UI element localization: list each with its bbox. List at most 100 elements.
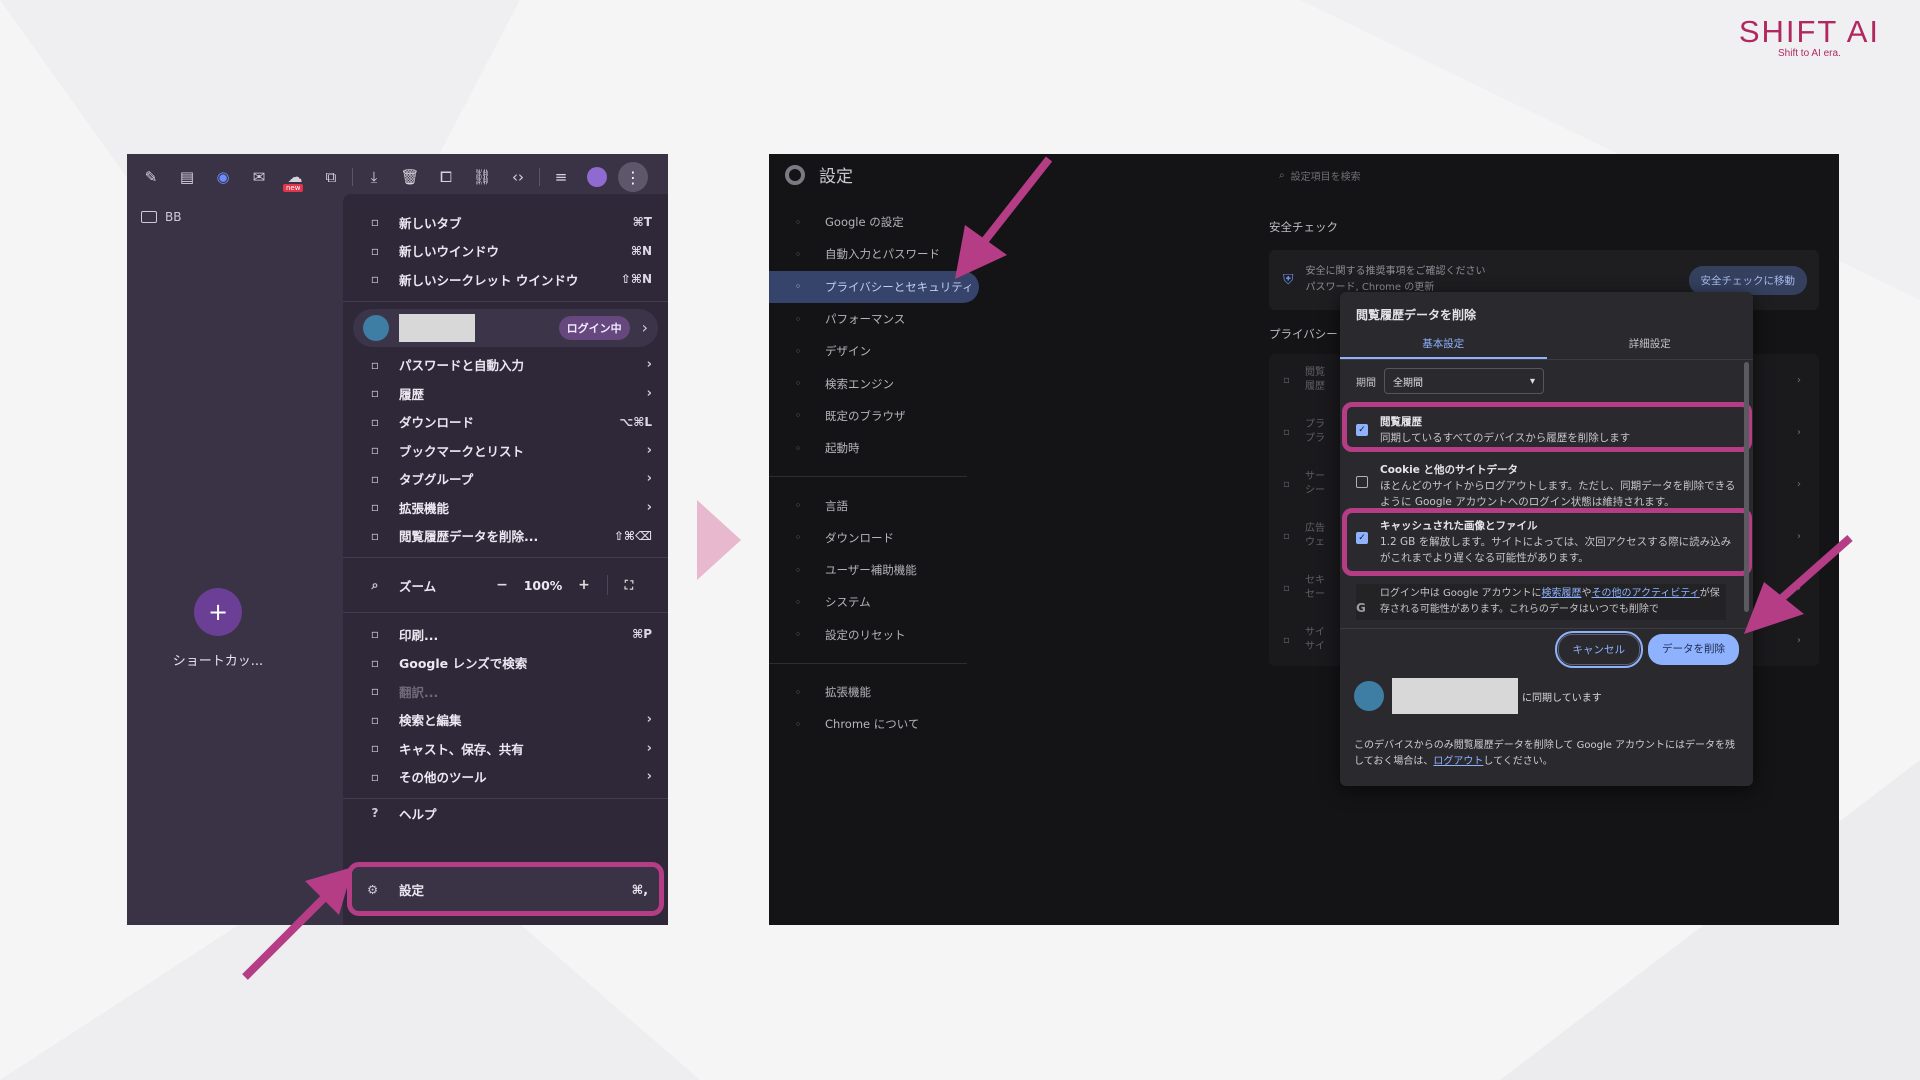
menu-item[interactable]: ▫ その他のツール › [343,763,668,792]
sidebar-item[interactable]: ◦ 既定のブラウザ [769,400,983,432]
sidebar-item[interactable]: ◦ ユーザー補助機能 [769,554,983,586]
menu-item[interactable]: ▫ 閲覧履歴データを削除... ⇧⌘⌫ [343,522,668,551]
bookmark-folder-label[interactable]: BB [165,210,181,224]
mail-icon[interactable]: ✉ [241,159,277,195]
code-icon[interactable]: ‹› [500,159,536,195]
zoom-level: 100% [523,577,563,593]
playlist-icon[interactable]: ≡ [543,159,579,195]
gear-ext-icon[interactable]: ◉ [205,159,241,195]
menu-item[interactable]: ▫ ダウンロード ⌥⌘L [343,408,668,437]
incognito-icon: ▫ [370,272,380,287]
zoom-in-button[interactable]: + [571,572,597,598]
menu-item-label: 印刷... [399,627,439,643]
settings-search-input[interactable]: ⌕ 設定項目を検索 [1269,162,1809,188]
chevron-right-icon: › [646,712,652,728]
chevron-right-icon: › [1797,426,1801,438]
chevron-right-icon: › [646,357,652,373]
menu-item[interactable]: ▫ 新しいタブ ⌘T [343,208,668,237]
zoom-label: ズーム [399,578,437,594]
download-icon[interactable]: ⤓ [356,159,392,195]
toolbar-divider [352,168,353,186]
privacy-row-title: 広告 [1305,523,1325,534]
menu-item[interactable]: ▫ 新しいシークレット ウインドウ ⇧⌘N [343,265,668,294]
performance-icon: ◦ [794,312,802,326]
tab-advanced[interactable]: 詳細設定 [1547,330,1754,359]
sidebar-item[interactable]: ◦ 検索エンジン [769,367,983,399]
link-icon[interactable]: ⛓ [464,159,500,195]
more-vert-icon[interactable]: ⋮ [615,159,651,195]
sidebar-item-label: システム [825,595,871,610]
menu-item[interactable]: ▫ パスワードと自動入力 › [343,351,668,380]
trash-icon[interactable]: 🗑 [392,159,428,195]
cancel-button[interactable]: キャンセル [1554,631,1643,668]
row-icon: ▫ [1283,426,1290,438]
help-icon: ? [371,806,379,820]
sidebar-item[interactable]: ◦ デザイン [769,335,983,367]
chevron-right-icon: › [1797,478,1801,490]
sidebar-item[interactable]: ◦ Chrome について [769,708,983,740]
menu-item[interactable]: ▫ タブグループ › [343,465,668,494]
menu-item[interactable]: ▫ 新しいウインドウ ⌘N [343,237,668,266]
menu-item[interactable]: ▫ 翻訳... [343,677,668,706]
chevron-right-icon: › [646,740,652,756]
sidebar-item[interactable]: ◦ ダウンロード [769,522,983,554]
privacy-row-sub: ウェ [1305,537,1325,548]
new-ext-icon[interactable]: ☁ new [277,159,313,195]
file-icon[interactable]: ▤ [169,159,205,195]
settings-highlight-box [347,862,664,916]
other-activity-link[interactable]: その他のアクティビティ [1591,588,1699,599]
safety-check-button[interactable]: 安全チェックに移動 [1688,265,1807,295]
chrome-logo-icon [785,164,805,185]
menu-item[interactable]: ▫ 印刷... ⌘P [343,620,668,649]
sidebar-item[interactable]: ◦ システム [769,586,983,618]
logout-link[interactable]: ログアウト [1433,756,1483,767]
period-select[interactable]: 全期間 ▾ [1384,368,1544,394]
chevron-right-icon: › [646,471,652,487]
translate-icon: ▫ [370,684,380,699]
menu-item[interactable]: ▫ 拡張機能 › [343,493,668,522]
cast-icon: ▫ [370,741,380,756]
dialog-buttons: キャンセル データを削除 [1554,631,1739,668]
sidebar-item[interactable]: ◦ パフォーマンス [769,303,983,335]
avatar-icon[interactable] [579,159,615,195]
zoom-out-button[interactable]: − [489,572,515,598]
puzzle-icon[interactable]: ⧉ [313,159,349,195]
menu-item[interactable]: ▫ 検索と編集 › [343,706,668,735]
shortcut-label: ショートカッ... [172,654,264,669]
menu-item-help[interactable]: ? ヘルプ [343,806,668,820]
option-cookies[interactable]: Cookie と他のサイトデータ ほとんどのサイトからログアウトします。ただし、… [1356,462,1736,510]
dialog-tabs: 基本設定 詳細設定 [1340,330,1753,360]
menu-item-label: タブグループ [399,472,474,488]
menu-divider [343,300,668,302]
power-icon: ◦ [794,441,802,455]
menu-item[interactable]: ▫ キャスト、保存、共有 › [343,734,668,763]
menu-item-shortcut: ⌥⌘L [619,414,652,429]
menu-divider [343,612,668,613]
search-history-link[interactable]: 検索履歴 [1541,588,1581,599]
menu-item-label: 拡張機能 [399,500,450,516]
sidebar-item[interactable]: ◦ 設定のリセット [769,619,983,651]
pen-icon[interactable]: ✎ [133,159,169,195]
fullscreen-icon[interactable]: ⛶ [616,572,642,598]
new-tab-shortcut[interactable]: + ショートカッ... [153,588,283,669]
privacy-row-title: セキ [1305,575,1325,586]
menu-item[interactable]: ▫ ブックマークとリスト › [343,436,668,465]
checkbox-cookies[interactable] [1356,476,1368,488]
download-icon: ▫ [370,414,380,429]
zoom-row: ⌕ ズーム − 100% + ⛶ [343,565,668,605]
copy-icon[interactable]: ⧠ [428,159,464,195]
profile-row[interactable]: ログイン中 › [353,308,658,347]
sidebar-item[interactable]: ◦ 言語 [769,489,983,521]
chevron-right-icon: › [646,442,652,458]
find-icon: ▫ [370,712,380,727]
tab-basic[interactable]: 基本設定 [1340,330,1547,359]
sidebar-item[interactable]: ◦ 拡張機能 [769,676,983,708]
plus-icon[interactable]: + [194,588,242,636]
menu-item[interactable]: ▫ Google レンズで検索 [343,649,668,678]
privacy-row-sub: サイ [1305,641,1325,652]
browser-icon: ◦ [794,409,802,423]
sidebar-item-label: 検索エンジン [825,376,894,391]
sidebar-item[interactable]: ◦ 起動時 [769,432,983,464]
delete-data-button[interactable]: データを削除 [1648,634,1739,665]
menu-item[interactable]: ▫ 履歴 › [343,379,668,408]
